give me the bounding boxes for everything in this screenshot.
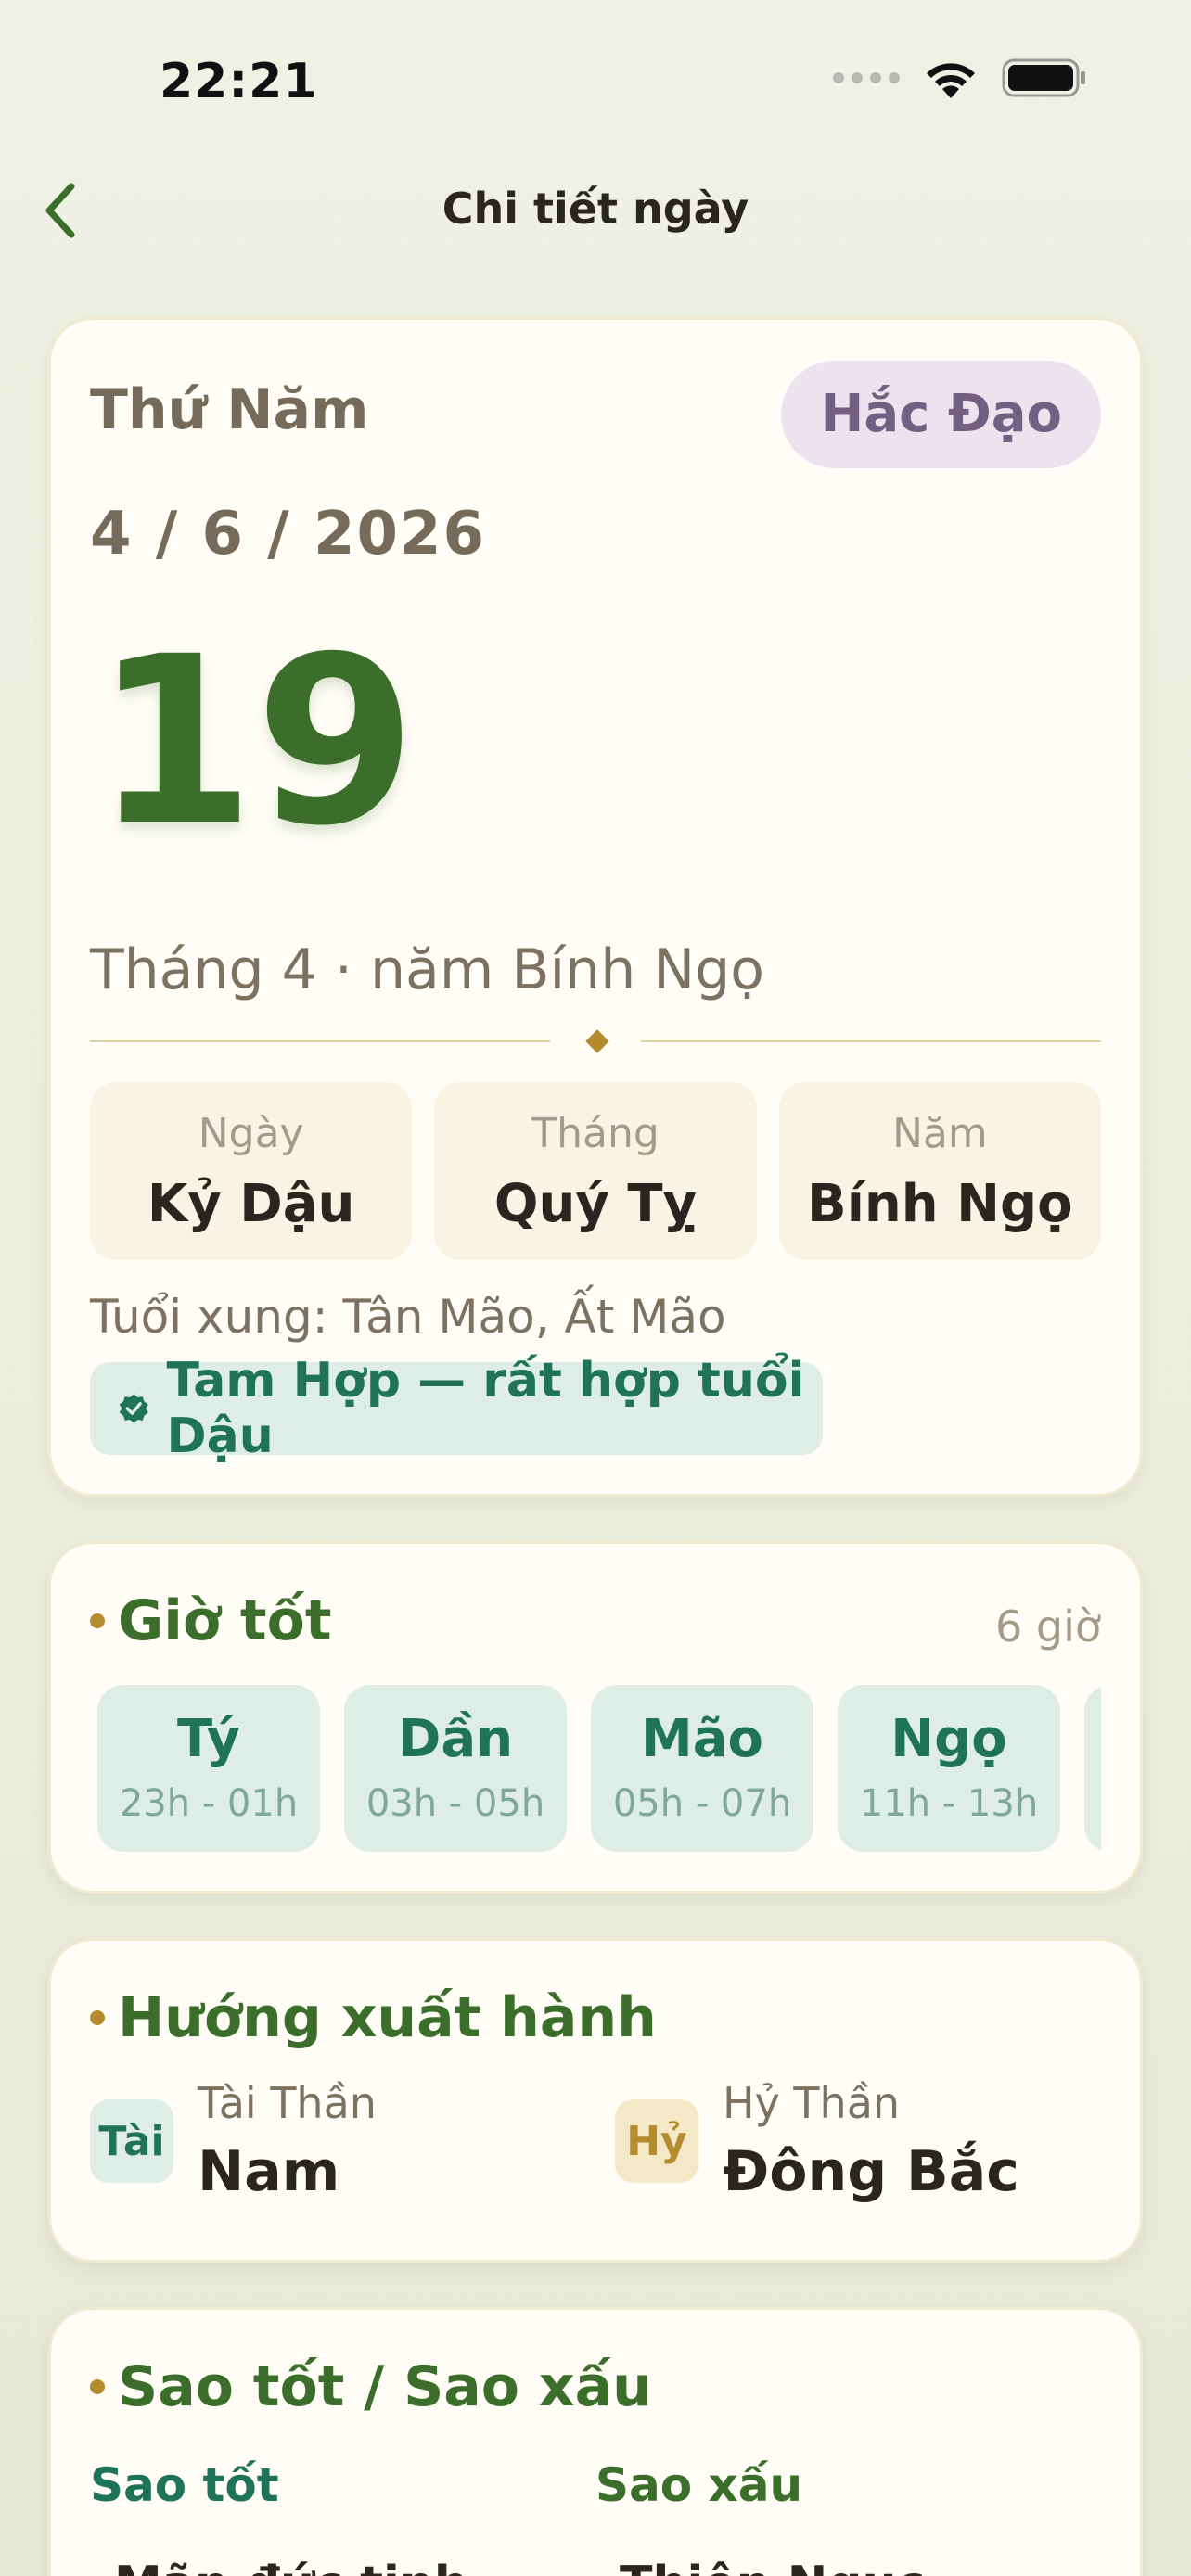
can-chi-value: Kỷ Dậu — [147, 1174, 355, 1234]
can-chi-year: Năm Bính Ngọ — [778, 1082, 1101, 1260]
can-chi-label: Tháng — [531, 1110, 660, 1157]
hour-range: 11h - 13h — [859, 1782, 1039, 1825]
tai-than-direction: Tài Tài Thần Nam — [90, 2078, 377, 2204]
tai-than-label: Tài Thần — [198, 2078, 377, 2128]
stars-card: Sao tốt / Sao xấu Sao tốt Mãn đức tinh S… — [48, 2307, 1143, 2576]
bad-stars-column: Sao xấu Thiên Ngục — [596, 2458, 1101, 2576]
good-stars-title: Sao tốt — [90, 2458, 279, 2512]
good-hours-count: 6 giờ — [994, 1601, 1101, 1651]
can-chi-month: Tháng Quý Tỵ — [434, 1082, 757, 1260]
hour-chip[interactable]: Ngọ 11h - 13h — [838, 1685, 1060, 1852]
hour-chip[interactable]: Mão 05h - 07h — [591, 1685, 813, 1852]
hour-range: 23h - 01h — [119, 1782, 299, 1825]
day-detail-card: Thứ Năm Hắc Đạo 4 / 6 / 2026 19 Tháng 4 … — [48, 317, 1143, 1497]
hour-name: Ngọ — [890, 1709, 1007, 1769]
direction-card: Hướng xuất hành Tài Tài Thần Nam Hỷ Hỷ T… — [48, 1938, 1143, 2263]
hy-than-direction: Hỷ Hỷ Thần Đông Bắc — [615, 2078, 1019, 2204]
lunar-month-year: Tháng 4 · năm Bính Ngọ — [90, 937, 764, 1002]
status-icons — [833, 57, 1087, 98]
hy-than-label: Hỷ Thần — [723, 2078, 901, 2128]
hour-range: 03h - 05h — [365, 1782, 545, 1825]
bad-star-name: Thiên Ngục — [620, 2557, 925, 2576]
hour-range: 05h - 07h — [612, 1782, 792, 1825]
hour-chip-partial[interactable] — [1084, 1685, 1101, 1852]
tam-hop-badge: Tam Hợp — rất hợp tuổi Dậu — [90, 1353, 823, 1464]
nav-bar: Chi tiết ngày — [0, 167, 1191, 250]
lunar-day-number: 19 — [94, 606, 416, 876]
direction-title: Hướng xuất hành — [118, 1985, 657, 2050]
can-chi-row: Ngày Kỷ Dậu Tháng Quý Tỵ Năm Bính Ngọ — [90, 1082, 1101, 1260]
status-time: 22:21 — [160, 54, 318, 109]
hour-chip[interactable]: Dần 03h - 05h — [344, 1685, 567, 1852]
tam-hop-text: Tam Hợp — rất hợp tuổi Dậu — [166, 1353, 805, 1464]
tai-badge: Tài — [90, 2099, 173, 2183]
ornament-divider — [90, 1029, 1101, 1053]
wifi-icon — [922, 57, 980, 98]
tuoi-xung-text: Tuổi xung: Tân Mão, Ất Mão — [90, 1290, 726, 1344]
can-chi-value: Bính Ngọ — [807, 1174, 1073, 1234]
can-chi-label: Ngày — [198, 1110, 304, 1157]
solar-date: 4 / 6 / 2026 — [90, 500, 487, 568]
can-chi-value: Quý Tỵ — [493, 1174, 698, 1234]
section-title: Hướng xuất hành — [90, 1985, 657, 2050]
list-item: Mãn đức tinh — [90, 2557, 596, 2576]
hac-dao-badge: Hắc Đạo — [781, 361, 1101, 468]
stars-columns: Sao tốt Mãn đức tinh Sao xấu Thiên Ngục — [90, 2458, 1101, 2576]
hy-than-value: Đông Bắc — [723, 2139, 1019, 2204]
tai-than-value: Nam — [198, 2139, 340, 2204]
stars-title: Sao tốt / Sao xấu — [118, 2354, 652, 2419]
good-hours-card: Giờ tốt 6 giờ Tý 23h - 01h Dần 03h - 05h… — [48, 1541, 1143, 1894]
list-item: Thiên Ngục — [596, 2557, 1101, 2576]
verified-check-icon — [119, 1394, 148, 1423]
bullet-dot-icon — [90, 2379, 105, 2394]
section-title: Giờ tốt — [90, 1588, 332, 1653]
battery-icon — [1002, 57, 1087, 98]
diamond-icon — [585, 1029, 609, 1053]
bad-stars-title: Sao xấu — [596, 2458, 803, 2512]
weekday-label: Thứ Năm — [90, 377, 369, 442]
good-stars-column: Sao tốt Mãn đức tinh — [90, 2458, 596, 2576]
bullet-dot-icon — [90, 1613, 105, 1628]
page-title: Chi tiết ngày — [442, 184, 749, 234]
hy-badge: Hỷ — [615, 2099, 698, 2183]
hour-name: Dần — [397, 1709, 514, 1769]
bullet-dot-icon — [90, 2010, 105, 2025]
can-chi-day: Ngày Kỷ Dậu — [90, 1082, 413, 1260]
hour-name: Tý — [176, 1709, 241, 1769]
good-hours-title: Giờ tốt — [118, 1588, 332, 1653]
cellular-signal-icon — [833, 72, 900, 83]
can-chi-label: Năm — [891, 1110, 988, 1157]
good-hours-scroller[interactable]: Tý 23h - 01h Dần 03h - 05h Mão 05h - 07h… — [90, 1685, 1101, 1855]
hour-name: Mão — [641, 1709, 763, 1769]
good-star-name: Mãn đức tinh — [114, 2557, 468, 2576]
hour-chip[interactable]: Tý 23h - 01h — [97, 1685, 320, 1852]
section-title: Sao tốt / Sao xấu — [90, 2354, 652, 2419]
status-bar: 22:21 — [0, 0, 1191, 158]
